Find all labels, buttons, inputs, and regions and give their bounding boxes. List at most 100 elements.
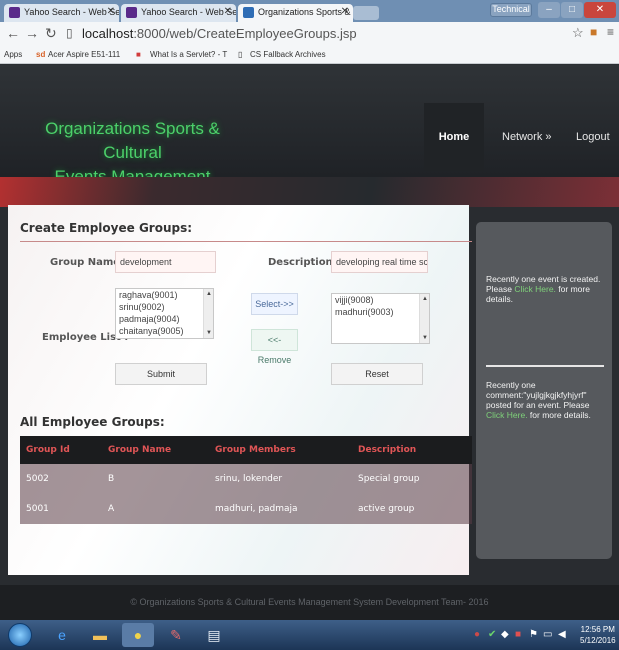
tab-label: Organizations Sports & C [258,7,353,17]
description-input[interactable]: developing real time scena [331,251,428,273]
group-name-input[interactable]: development [115,251,216,273]
groups-table: Group Id Group Name Group Members Descri… [20,436,472,524]
app-icon[interactable]: ✎ [160,623,192,647]
address-bar: ← → ↻ ▯ localhost:8000/web/CreateEmploye… [0,22,619,46]
network-icon[interactable]: ▭ [543,629,552,640]
close-icon[interactable]: ✕ [107,6,115,17]
tray-icon[interactable]: ■ [515,629,521,640]
yahoo-icon [126,7,137,18]
star-icon[interactable]: ☆ [572,25,584,41]
reload-icon[interactable]: ↻ [45,25,57,42]
column-header: Group Members [215,445,296,455]
group-members-cell: srinu, lokender [215,474,283,484]
group-members-cell: madhuri, padmaja [215,504,298,514]
clock-date: 5/12/2016 [580,636,616,645]
close-icon[interactable]: ✕ [341,6,349,17]
bookmark-cs-fallback[interactable]: CS Fallback Archives [250,50,326,59]
group-description-cell: active group [358,504,415,514]
list-item[interactable]: madhuri(9003) [332,306,429,318]
column-header: Group Name [108,445,172,455]
word-icon[interactable]: ▤ [198,623,230,647]
tray-icon[interactable]: ● [474,629,480,640]
yahoo-icon [9,7,20,18]
notice-text: for more details. [527,410,591,420]
page-info-icon[interactable]: ▯ [66,26,73,40]
brand-line-1: Organizations Sports & Cultural [45,119,220,162]
forward-icon[interactable]: → [25,25,39,41]
site-header: Organizations Sports & Cultural Events M… [0,65,619,210]
web-page: Organizations Sports & Cultural Events M… [0,65,619,620]
click-here-link[interactable]: Click Here. [514,284,556,294]
column-header: Description [358,445,417,455]
description-label: Description : [268,257,341,268]
clock[interactable]: 12:56 PM 5/12/2016 [580,624,616,646]
bookmark-acer[interactable]: Acer Aspire E51-111 [48,50,120,59]
maximize-button[interactable]: □ [561,2,583,18]
table-header-row: Group Id Group Name Group Members Descri… [20,436,472,464]
bookmarks-bar: Apps sd Acer Aspire E51-111 ■ What Is a … [0,46,619,64]
remove-button[interactable]: <<-Remove [251,329,298,365]
browser-tab-1[interactable]: Yahoo Search - Web Sear ✕ [4,4,119,22]
nav-home[interactable]: Home [424,103,484,171]
group-name-cell: B [108,474,115,484]
browser-tab-2[interactable]: Yahoo Search - Web Sear ✕ [121,4,236,22]
list-scrollbar[interactable]: ▲ ▼ [419,294,429,343]
scroll-up-icon[interactable]: ▲ [422,296,428,302]
submit-button[interactable]: Submit [115,363,207,385]
list-item[interactable]: raghava(9001) [116,289,213,301]
sd-icon: sd [36,50,46,59]
url-field[interactable]: localhost:8000/web/CreateEmployeeGroups.… [82,26,357,41]
scroll-down-icon[interactable]: ▼ [206,330,212,336]
clock-time: 12:56 PM [580,625,615,634]
list-item[interactable]: chaitanya(9005) [116,325,213,337]
folder-icon[interactable]: ▬ [84,623,116,647]
select-button[interactable]: Select->> [251,293,298,315]
start-button[interactable] [8,623,32,647]
bookmark-icon: ■ [136,50,141,59]
back-icon[interactable]: ← [6,25,20,41]
scroll-up-icon[interactable]: ▲ [206,291,212,297]
decorative-banner [0,177,619,207]
selected-employees-list[interactable]: vijji(9008) madhuri(9003) ▲ ▼ [331,293,430,344]
browser-tab-bar: Yahoo Search - Web Sear ✕ Yahoo Search -… [0,0,619,22]
list-item[interactable]: padmaja(9004) [116,313,213,325]
url-path: :8000/web/CreateEmployeeGroups.jsp [133,26,357,41]
extension-icon[interactable]: ■ [590,25,597,39]
bookmark-servlet[interactable]: What Is a Servlet? - T [150,50,227,59]
bookmark-apps[interactable]: Apps [4,50,22,59]
tray-icon[interactable]: ◆ [501,629,509,640]
group-id-cell: 5002 [26,474,49,484]
reset-button[interactable]: Reset [331,363,423,385]
group-id-cell: 5001 [26,504,49,514]
divider [20,241,472,242]
checkmark-icon[interactable]: ✔ [488,629,496,640]
new-tab-button[interactable] [353,6,379,20]
page-icon: ▯ [238,50,243,59]
chrome-icon[interactable]: ● [122,623,154,647]
available-employees-list[interactable]: raghava(9001) srinu(9002) padmaja(9004) … [115,288,214,339]
list-scrollbar[interactable]: ▲ ▼ [203,289,213,338]
site-footer: © Organizations Sports & Cultural Events… [0,585,619,620]
page-icon [243,7,254,18]
volume-icon[interactable]: ◀ [558,629,566,640]
nav-network[interactable]: Network » [502,131,552,143]
flag-icon[interactable]: ⚑ [529,629,538,640]
list-item[interactable]: vijji(9008) [332,294,429,306]
menu-icon[interactable]: ≡ [607,25,614,39]
table-row: 5002 B srinu, lokender Special group [20,464,472,494]
list-item[interactable]: srinu(9002) [116,301,213,313]
window-close-button[interactable]: ✕ [584,2,616,18]
group-name-label: Group Name: [50,257,125,268]
minimize-button[interactable]: – [538,2,560,18]
browser-tab-3[interactable]: Organizations Sports & C ✕ [238,4,353,22]
scroll-down-icon[interactable]: ▼ [422,335,428,341]
notifications-sidebar: Recently one event is created. Please Cl… [476,222,612,559]
close-icon[interactable]: ✕ [224,6,232,17]
profile-button[interactable]: Technical [490,3,532,17]
table-row: 5001 A madhuri, padmaja active group [20,494,472,524]
nav-logout[interactable]: Logout [576,131,610,143]
ie-icon[interactable]: e [46,623,78,647]
column-header: Group Id [26,445,70,455]
click-here-link[interactable]: Click Here. [486,410,528,420]
taskbar: e ▬ ● ✎ ▤ ● ✔ ◆ ■ ⚑ ▭ ◀ 12:56 PM 5/12/20… [0,620,619,650]
